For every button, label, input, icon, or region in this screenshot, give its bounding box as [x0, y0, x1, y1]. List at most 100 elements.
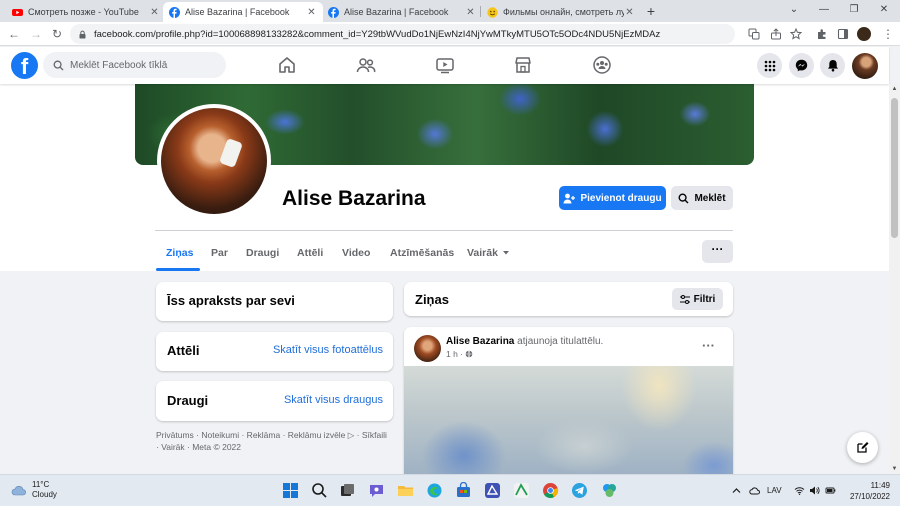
tab-posts[interactable]: Ziņas	[166, 247, 193, 259]
translate-icon[interactable]	[748, 28, 760, 40]
task-view-icon[interactable]	[339, 482, 356, 499]
friends-icon[interactable]	[356, 55, 376, 75]
messenger-button[interactable]	[789, 53, 814, 78]
weather-widget[interactable]: 11°C Cloudy	[11, 480, 57, 500]
new-tab-button[interactable]: +	[643, 3, 659, 19]
see-all-friends-link[interactable]: Skatīt visus draugus	[284, 394, 383, 406]
close-tab-icon[interactable]: ✕	[624, 7, 635, 18]
show-hidden-icons-icon[interactable]	[731, 485, 742, 496]
marketplace-icon[interactable]	[513, 55, 533, 75]
globe-icon	[465, 350, 473, 358]
tab-search-icon[interactable]: ⌄	[780, 2, 808, 18]
groups-icon[interactable]	[592, 55, 612, 75]
extensions-icon[interactable]	[816, 28, 828, 40]
weather-temp: 11°C	[32, 480, 50, 489]
account-avatar[interactable]	[852, 53, 878, 79]
home-icon[interactable]	[277, 55, 297, 75]
maximize-icon[interactable]: ❐	[840, 2, 868, 18]
facebook-logo[interactable]: f	[11, 52, 38, 79]
app-icon-colorful[interactable]	[601, 482, 618, 499]
scroll-up-icon[interactable]: ▲	[891, 86, 898, 92]
windows-taskbar: 11°C Cloudy LAV 11:49 27/10/2022	[0, 474, 900, 506]
photos-title: Attēli	[167, 343, 200, 358]
browser-tab-movies[interactable]: Фильмы онлайн, смотреть лучшие ✕	[481, 2, 641, 22]
browser-tab-strip: Смотреть позже - YouTube ✕ Alise Bazarin…	[0, 0, 900, 22]
share-icon[interactable]	[770, 28, 782, 40]
store-icon[interactable]	[455, 482, 472, 499]
app-icon-blue[interactable]	[484, 482, 501, 499]
back-button[interactable]: ←	[6, 26, 22, 42]
facebook-search[interactable]	[43, 52, 226, 78]
browser-tab-youtube[interactable]: Смотреть позже - YouTube ✕	[6, 2, 166, 22]
app-icon-green[interactable]	[513, 482, 530, 499]
address-bar-url[interactable]: facebook.com/profile.php?id=100068898133…	[94, 29, 660, 40]
grid-menu-icon	[764, 60, 775, 71]
watch-icon[interactable]	[435, 55, 455, 75]
browser-tab-facebook-active[interactable]: Alise Bazarina | Facebook ✕	[163, 2, 323, 22]
browser-tab-facebook[interactable]: Alise Bazarina | Facebook ✕	[322, 2, 482, 22]
windows-start-icon[interactable]	[282, 482, 299, 499]
post-author-name[interactable]: Alise Bazarina	[446, 336, 514, 347]
filters-button[interactable]: Filtri	[672, 288, 723, 310]
messenger-icon	[795, 59, 808, 72]
tab-more[interactable]: Vairāk	[467, 247, 510, 259]
close-tab-icon[interactable]: ✕	[465, 7, 476, 18]
bookmark-star-icon[interactable]	[790, 28, 802, 40]
add-friend-button[interactable]: Pievienot draugu	[559, 186, 666, 210]
chrome-icon[interactable]	[542, 482, 559, 499]
tab-friends[interactable]: Draugi	[246, 247, 279, 259]
close-tab-icon[interactable]: ✕	[149, 7, 160, 18]
profile-name: Alise Bazarina	[282, 187, 426, 210]
edge-icon[interactable]	[426, 482, 443, 499]
tab-about[interactable]: Par	[211, 247, 228, 259]
post-author-avatar[interactable]	[414, 335, 441, 362]
notifications-button[interactable]	[820, 53, 845, 78]
address-bar[interactable]: facebook.com/profile.php?id=100068898133…	[70, 24, 735, 44]
cloud-sync-icon[interactable]	[749, 485, 760, 496]
chevron-down-icon	[502, 251, 509, 255]
chat-icon[interactable]	[368, 482, 385, 499]
side-panel-icon[interactable]	[837, 28, 849, 40]
facebook-top-bar: f	[0, 47, 889, 84]
tab-title: Смотреть позже - YouTube	[28, 7, 139, 17]
close-tab-icon[interactable]: ✕	[306, 7, 317, 18]
file-explorer-icon[interactable]	[397, 482, 414, 499]
tab-photos[interactable]: Attēli	[297, 247, 323, 259]
search-icon	[53, 60, 64, 70]
profile-search-button[interactable]: Meklēt	[671, 186, 733, 210]
close-window-icon[interactable]: ✕	[870, 2, 898, 18]
menu-button[interactable]	[757, 53, 782, 78]
keyboard-language[interactable]: LAV	[767, 486, 782, 495]
tab-videos[interactable]: Video	[342, 247, 370, 259]
photos-card: Attēli Skatīt visus fotoattēlus	[156, 332, 393, 371]
forward-button[interactable]: →	[28, 26, 44, 42]
page-scrollbar[interactable]: ▲ ▼	[889, 84, 900, 474]
facebook-icon	[169, 6, 180, 18]
browser-profile-avatar[interactable]	[857, 27, 871, 41]
wifi-icon[interactable]	[794, 485, 805, 496]
post-cover-image[interactable]	[404, 366, 733, 474]
post-timestamp[interactable]: 1 h ·	[446, 349, 473, 359]
reload-button[interactable]: ↻	[49, 26, 65, 42]
search-input[interactable]	[70, 59, 220, 71]
telegram-icon[interactable]	[571, 482, 588, 499]
scroll-down-icon[interactable]: ▼	[891, 466, 898, 472]
page-footer-links[interactable]: Privātums · Noteikumi · Reklāma · Reklām…	[156, 429, 392, 453]
volume-icon[interactable]	[809, 485, 820, 496]
post-options-button[interactable]: ···	[702, 338, 715, 353]
tab-more-label: Vairāk	[467, 247, 498, 259]
scrollbar-thumb[interactable]	[891, 98, 898, 238]
profile-picture[interactable]	[157, 104, 271, 218]
minimize-icon[interactable]: —	[810, 2, 838, 18]
tab-check-ins[interactable]: Atzīmēšanās	[390, 247, 454, 259]
see-all-photos-link[interactable]: Skatīt visus fotoattēlus	[273, 344, 383, 356]
new-message-button[interactable]	[847, 432, 878, 463]
post-header: Alise Bazarina atjaunoja titulattēlu.	[446, 336, 603, 347]
battery-icon[interactable]	[825, 485, 836, 496]
profile-more-options-button[interactable]: ···	[702, 240, 733, 263]
taskbar-search-icon[interactable]	[311, 482, 328, 499]
active-tab-indicator	[156, 268, 200, 271]
system-clock[interactable]: 11:49 27/10/2022	[846, 480, 890, 502]
browser-menu-icon[interactable]: ⋮	[880, 26, 896, 42]
tab-title: Alise Bazarina | Facebook	[185, 7, 290, 17]
